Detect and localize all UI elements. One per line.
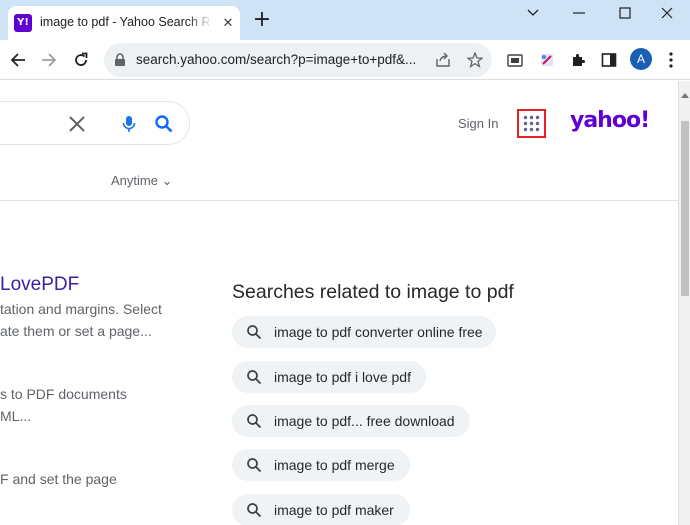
related-search-pill[interactable]: image to pdf converter online free bbox=[232, 316, 496, 348]
share-icon[interactable] bbox=[434, 51, 452, 69]
apps-grid-button[interactable] bbox=[517, 109, 546, 138]
related-search-label: image to pdf merge bbox=[274, 457, 395, 473]
tab-close-icon[interactable]: ✕ bbox=[218, 13, 238, 33]
window-close-icon[interactable] bbox=[644, 0, 690, 26]
related-search-pill[interactable]: image to pdf merge bbox=[232, 449, 410, 481]
result-snippet: s to PDF documents bbox=[0, 386, 127, 402]
apps-grid-icon bbox=[523, 115, 540, 132]
scroll-up-arrow-icon[interactable] bbox=[681, 85, 689, 98]
related-search-label: image to pdf i love pdf bbox=[274, 369, 411, 385]
result-snippet: ate them or set a page... bbox=[0, 323, 152, 339]
minimize-icon[interactable] bbox=[556, 0, 602, 26]
tab-search-chevron-icon[interactable] bbox=[510, 0, 556, 26]
search-icon bbox=[246, 324, 262, 340]
maximize-icon[interactable] bbox=[602, 0, 648, 26]
search-icon bbox=[246, 413, 262, 429]
microphone-icon[interactable] bbox=[119, 114, 139, 134]
forward-arrow-icon[interactable] bbox=[37, 48, 61, 72]
side-panel-icon[interactable] bbox=[599, 50, 619, 70]
url-text[interactable]: search.yahoo.com/search?p=image+to+pdf&.… bbox=[136, 52, 436, 67]
new-tab-button[interactable]: + bbox=[250, 9, 274, 33]
tab-strip: Y! image to pdf - Yahoo Search Results ✕… bbox=[0, 0, 690, 40]
back-arrow-icon[interactable] bbox=[6, 48, 30, 72]
browser-tab[interactable]: Y! image to pdf - Yahoo Search Results ✕ bbox=[8, 6, 240, 40]
related-search-pill[interactable]: image to pdf i love pdf bbox=[232, 361, 426, 393]
address-bar[interactable]: search.yahoo.com/search?p=image+to+pdf&.… bbox=[104, 43, 492, 77]
related-search-label: image to pdf maker bbox=[274, 502, 394, 518]
bookmark-star-icon[interactable] bbox=[466, 51, 484, 69]
related-searches-heading: Searches related to image to pdf bbox=[232, 281, 514, 303]
lock-icon[interactable] bbox=[114, 53, 126, 72]
browser-toolbar: search.yahoo.com/search?p=image+to+pdf&.… bbox=[0, 40, 690, 80]
extensions-puzzle-icon[interactable] bbox=[568, 50, 588, 70]
time-filter-dropdown[interactable]: Anytime ⌄ bbox=[111, 173, 172, 189]
result-snippet: F and set the page bbox=[0, 471, 117, 487]
sign-in-link[interactable]: Sign In bbox=[458, 116, 498, 131]
page-content: Sign In yahoo! Anytime ⌄ LovePDF tation … bbox=[0, 81, 678, 525]
divider bbox=[0, 200, 678, 201]
page-scrollbar[interactable] bbox=[678, 81, 690, 525]
search-icon bbox=[246, 369, 262, 385]
result-snippet: tation and margins. Select bbox=[0, 301, 162, 317]
related-search-label: image to pdf... free download bbox=[274, 413, 455, 429]
screenshot-extension-icon[interactable] bbox=[505, 50, 525, 70]
search-icon[interactable] bbox=[154, 114, 174, 134]
search-icon bbox=[246, 502, 262, 518]
result-snippet: ML... bbox=[0, 408, 32, 424]
search-input[interactable] bbox=[0, 101, 190, 145]
related-search-pill[interactable]: image to pdf... free download bbox=[232, 405, 470, 437]
clear-search-icon[interactable] bbox=[66, 113, 88, 135]
tab-title: image to pdf - Yahoo Search Results bbox=[40, 15, 212, 29]
yahoo-favicon-icon: Y! bbox=[14, 14, 32, 32]
related-search-label: image to pdf converter online free bbox=[274, 324, 483, 340]
scrollbar-thumb[interactable] bbox=[681, 121, 689, 296]
reload-icon[interactable] bbox=[69, 48, 93, 72]
profile-avatar[interactable]: A bbox=[630, 48, 652, 70]
browser-menu-icon[interactable] bbox=[661, 50, 681, 70]
colorful-extension-icon[interactable] bbox=[537, 50, 557, 70]
related-search-pill[interactable]: image to pdf maker bbox=[232, 494, 410, 525]
search-icon bbox=[246, 457, 262, 473]
result-title-link[interactable]: LovePDF bbox=[0, 274, 79, 296]
yahoo-logo[interactable]: yahoo! bbox=[570, 108, 650, 133]
